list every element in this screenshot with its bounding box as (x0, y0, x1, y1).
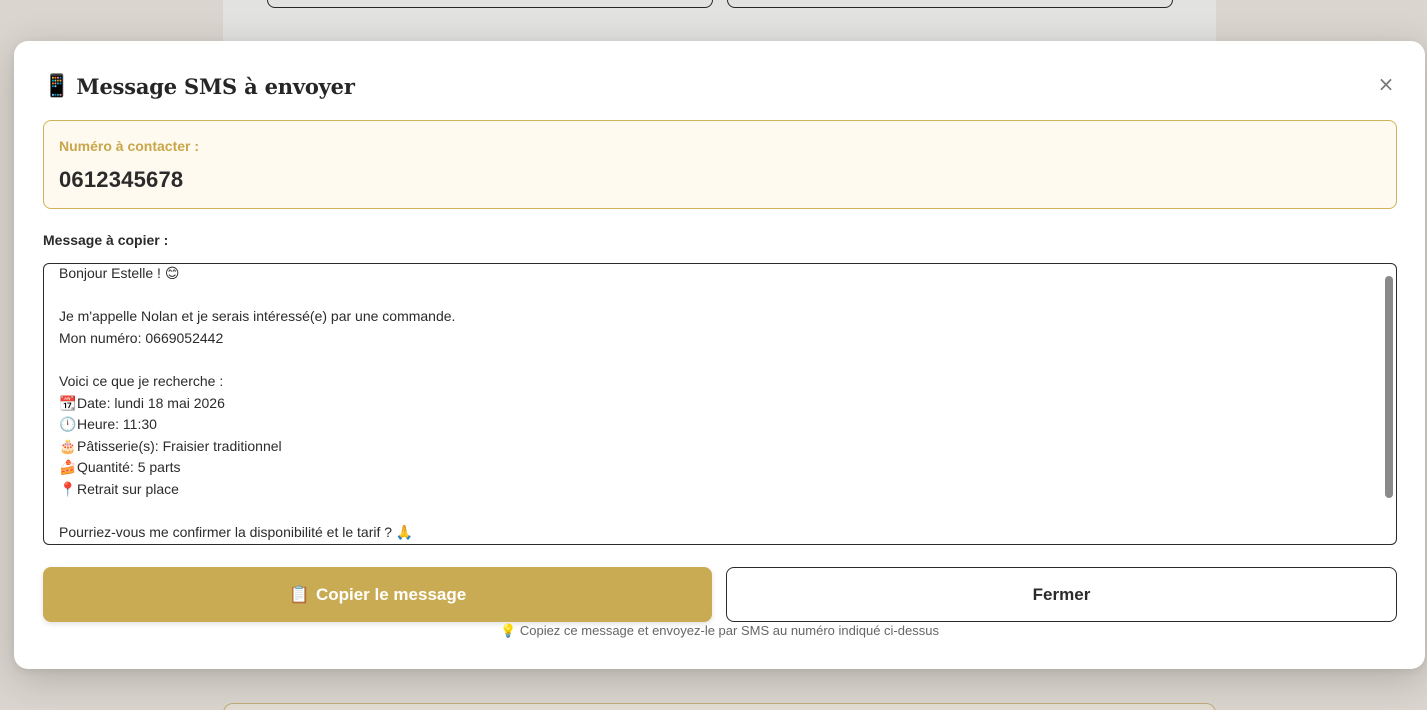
message-line: 🍰Quantité: 5 parts (59, 457, 1366, 479)
message-line-emoji-icon: 🕛 (59, 416, 77, 433)
hint: 💡 Copiez ce message et envoyez-le par SM… (14, 623, 1425, 639)
message-line-emoji-icon: 🍰 (59, 459, 77, 476)
message-line: 📆Date: lundi 18 mai 2026 (59, 393, 1366, 415)
message-line-emoji-icon: 📆 (59, 394, 77, 411)
message-line: 🕛Heure: 11:30 (59, 414, 1366, 436)
hint-text: Copiez ce message et envoyez-le par SMS … (519, 623, 939, 638)
message-line-text: Heure: 11:30 (77, 416, 157, 433)
modal-title: Message SMS à envoyer (76, 73, 355, 99)
number-box: Numéro à contacter : 0612345678 (43, 120, 1397, 209)
message-label: Message à copier : (43, 232, 169, 248)
close-button[interactable]: Fermer (726, 567, 1397, 622)
scrollbar-thumb[interactable] (1385, 276, 1393, 498)
message-line-emoji-icon: 📍 (59, 480, 77, 497)
message-line (59, 501, 1366, 523)
message-line-text: Pâtisserie(s): Fraisier traditionnel (77, 437, 282, 454)
message-line-emoji-icon: 🎂 (59, 437, 77, 454)
phone-number: 0612345678 (59, 167, 184, 192)
modal-header: 📱 Message SMS à envoyer × (43, 69, 1396, 103)
message-line: Bonjour Estelle ! 😊 (59, 264, 1366, 285)
lightbulb-icon: 💡 (500, 623, 517, 638)
message-line: Je m'appelle Nolan et je serais intéress… (59, 306, 1366, 328)
message-line-text: Date: lundi 18 mai 2026 (77, 394, 225, 411)
clipboard-icon: 📋 (288, 584, 310, 604)
message-line: Voici ce que je recherche : (59, 371, 1366, 393)
message-line-text: Retrait sur place (77, 480, 179, 497)
message-line-text: Je m'appelle Nolan et je serais intéress… (59, 308, 456, 325)
message-line: Mon numéro: 0669052442 (59, 328, 1366, 350)
number-label: Numéro à contacter : (59, 138, 200, 154)
copy-message-label: Copier le message (315, 584, 467, 604)
message-textarea[interactable]: Bonjour Estelle ! 😊 Je m'appelle Nolan et… (43, 263, 1397, 545)
message-line: Pourriez-vous me confirmer la disponibil… (59, 522, 1366, 544)
message-line-text: Mon numéro: 0669052442 (59, 329, 224, 346)
message-line-text: Bonjour Estelle ! 😊 (59, 265, 180, 281)
message-content[interactable]: Bonjour Estelle ! 😊 Je m'appelle Nolan et… (59, 264, 1366, 544)
message-line: 🎂Pâtisserie(s): Fraisier traditionnel (59, 436, 1366, 458)
message-line-text: Quantité: 5 parts (77, 459, 181, 476)
message-line-text: Pourriez-vous me confirmer la disponibil… (59, 524, 414, 541)
message-line (59, 285, 1366, 307)
close-icon[interactable]: × (1376, 72, 1396, 96)
mobile-phone-icon: 📱 (43, 73, 71, 98)
message-line-text: Voici ce que je recherche : (59, 372, 224, 389)
scrollbar-track[interactable] (1384, 268, 1394, 542)
sms-modal: 📱 Message SMS à envoyer × Numéro à conta… (14, 41, 1425, 669)
copy-message-button[interactable]: 📋 Copier le message (43, 567, 712, 622)
message-line: 📍Retrait sur place (59, 479, 1366, 501)
message-line (59, 349, 1366, 371)
